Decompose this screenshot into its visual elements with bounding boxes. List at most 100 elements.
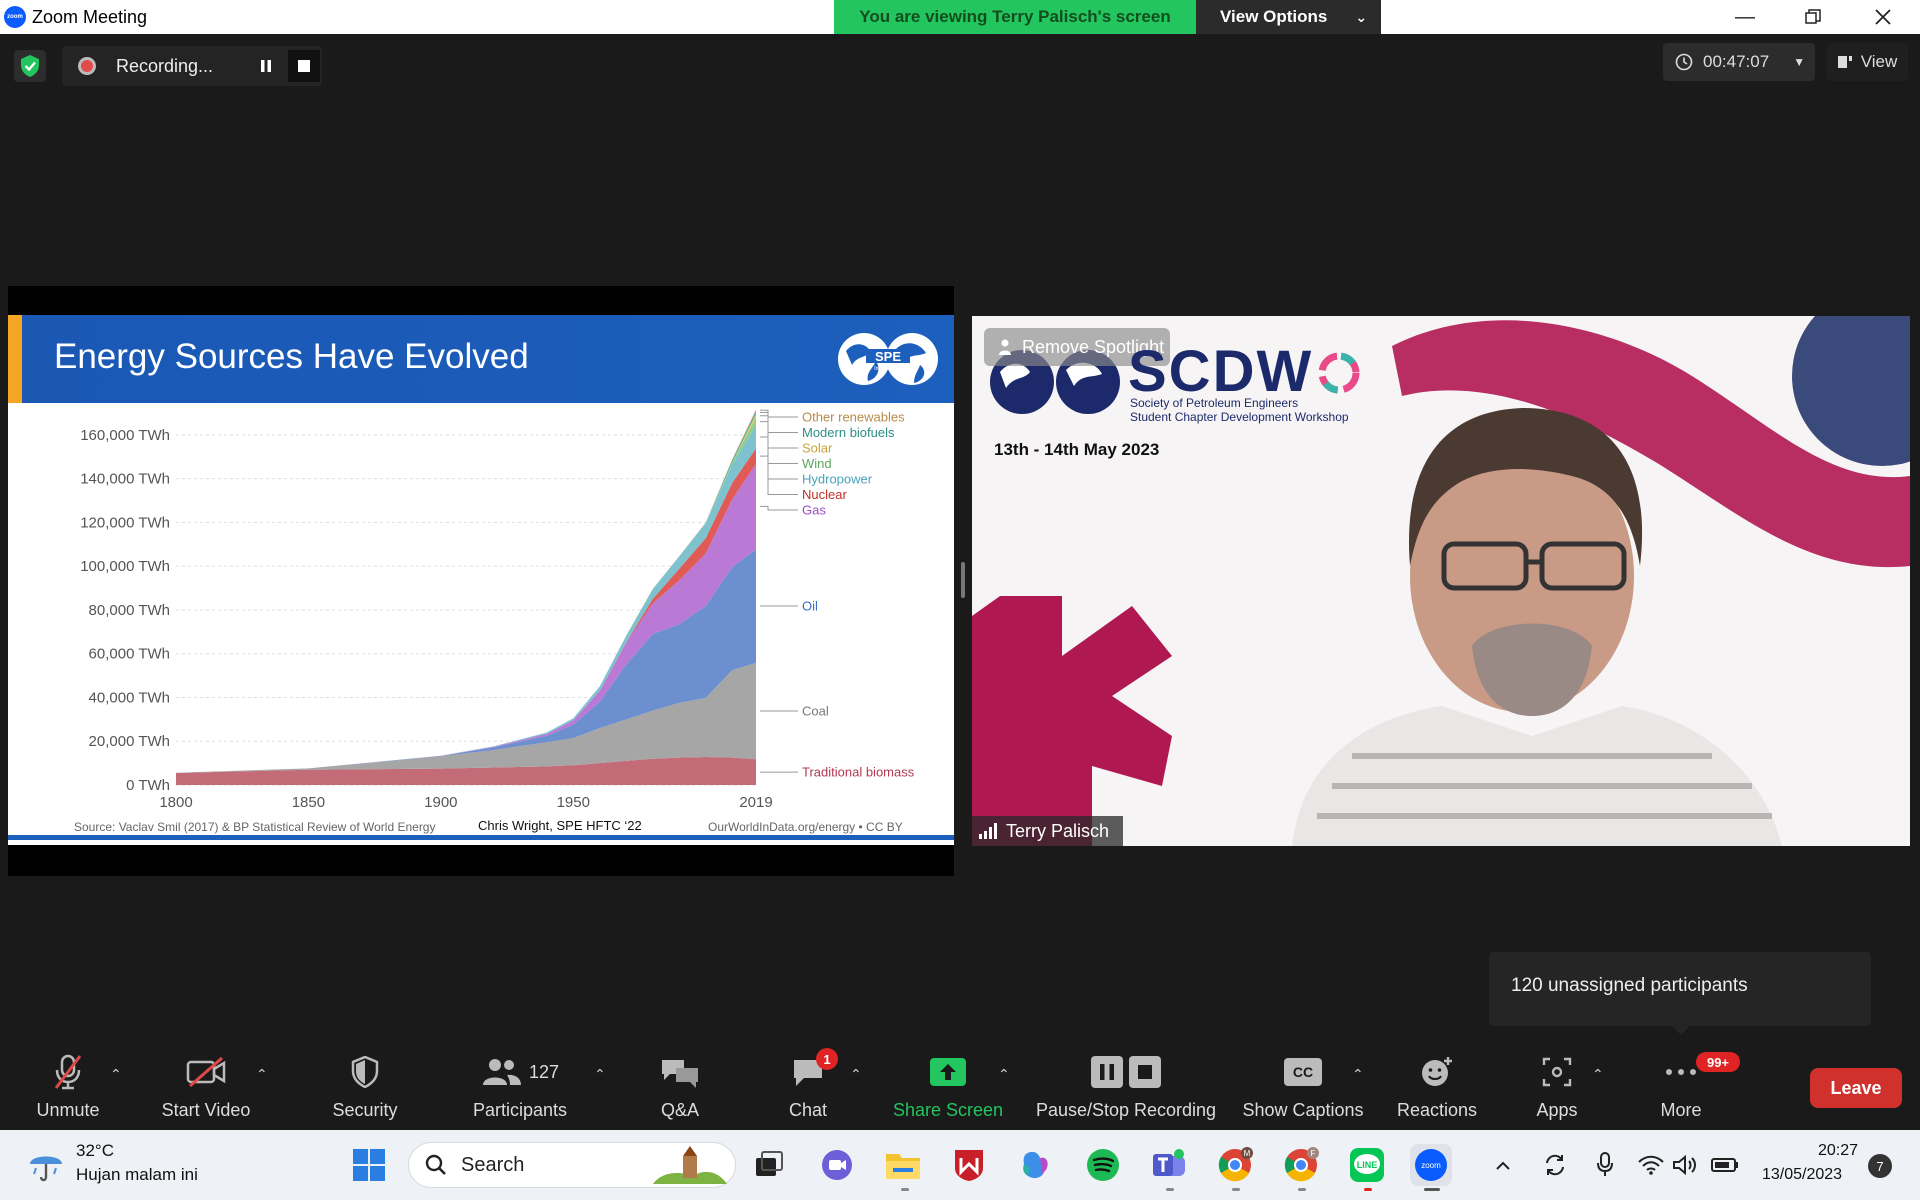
taskbar-clock-date[interactable]: 13/05/2023 [1762,1166,1842,1184]
slide-accent-bar [8,315,22,403]
participants-options-chevron-icon[interactable]: ⌃ [594,1066,606,1083]
search-placeholder: Search [461,1153,525,1176]
weather-description[interactable]: Hujan malam ini [76,1165,198,1185]
reactions-button[interactable]: Reactions [1392,1050,1482,1126]
legend-label: Other renewables [802,410,905,425]
chrome-app-profile-m[interactable]: M [1214,1144,1256,1186]
volume-tray-button[interactable] [1670,1144,1700,1186]
chevron-up-icon [1496,1161,1510,1170]
taskbar-search[interactable]: Search [408,1142,736,1188]
legend-leader-line [760,455,798,495]
legend-leader-line [760,505,798,511]
participant-name-tag: Terry Palisch [972,816,1124,846]
line-app[interactable]: LINE [1346,1144,1388,1186]
stop-recording-button[interactable] [288,50,320,82]
teams-app[interactable] [1148,1144,1190,1186]
y-tick-label: 80,000 TWh [89,602,170,619]
legend-leader-line [760,421,798,464]
security-button[interactable]: Security [330,1050,400,1126]
y-tick-label: 20,000 TWh [89,733,170,750]
scdw-logo-text: SCDW [1128,339,1314,404]
view-options-button[interactable]: View Options ⌄ [1196,0,1381,34]
share-screen-button[interactable]: Share Screen [892,1050,1004,1126]
share-options-chevron-icon[interactable]: ⌃ [998,1066,1010,1083]
qa-button[interactable]: Q&A [650,1050,710,1126]
zoom-taskbar-app[interactable]: zoom [1410,1144,1452,1186]
windows-start-button[interactable] [348,1144,390,1186]
restore-icon [1805,9,1821,24]
apps-button[interactable]: Apps [1530,1050,1584,1126]
legend-label: Modern biofuels [802,425,895,440]
show-hidden-icons-button[interactable] [1488,1144,1518,1186]
chat-button[interactable]: Chat 1 [778,1048,838,1126]
more-button[interactable]: More 99+ [1654,1050,1740,1126]
task-view-icon [756,1151,783,1176]
chrome-icon: M [1218,1147,1253,1182]
meeting-timer[interactable]: 00:47:07 ▼ [1663,43,1815,81]
sync-tray-button[interactable] [1540,1144,1570,1186]
more-dots-icon [1666,1069,1696,1075]
weather-umbrella-icon[interactable] [26,1144,66,1184]
notification-count-badge[interactable]: 7 [1868,1154,1892,1178]
energy-chart: 0 TWh 20,000 TWh 40,000 TWh 60,000 TWh 80,00… [80,409,915,811]
x-tick-label: 2019 [739,794,772,811]
taskbar-clock-time[interactable]: 20:27 [1818,1142,1858,1160]
restore-button[interactable] [1778,0,1848,34]
chrome-app-profile-f[interactable]: F [1280,1144,1322,1186]
windows-taskbar: 32°C Hujan malam ini Search M F LINE zoo… [0,1130,1920,1200]
close-button[interactable] [1848,0,1918,34]
window-titlebar: zoom Zoom Meeting You are viewing Terry … [0,0,1920,34]
chat-options-chevron-icon[interactable]: ⌃ [850,1066,862,1083]
tooltip-arrow [1672,1026,1690,1035]
zoom-active-indicator [1424,1188,1440,1191]
chat-badge: 1 [816,1048,838,1070]
encryption-shield-button[interactable] [14,50,46,82]
captions-options-chevron-icon[interactable]: ⌃ [1352,1066,1364,1083]
audio-options-chevron-icon[interactable]: ⌃ [110,1066,122,1083]
smiley-plus-icon [1422,1057,1452,1086]
closed-captions-icon: CC [1284,1058,1322,1086]
spe-logo: SPE International [838,333,938,385]
pause-box-icon [1091,1056,1123,1088]
spotify-icon [1087,1149,1119,1181]
start-video-button[interactable]: Start Video [160,1050,252,1126]
apps-options-chevron-icon[interactable]: ⌃ [1592,1066,1604,1083]
slide-footer-credit: OurWorldInData.org/energy • CC BY [708,820,903,834]
zoom-icon-text: zoom [1421,1161,1441,1170]
participants-button[interactable]: 127 Participants [470,1050,570,1126]
legend-label: Nuclear [802,487,847,502]
participants-tooltip: 120 unassigned participants [1489,952,1871,1035]
microphone-tray-button[interactable] [1590,1144,1620,1186]
speaker-volume-icon [1673,1154,1696,1176]
timer-value: 00:47:07 [1703,52,1770,71]
unmute-label: Unmute [36,1100,100,1120]
slide-header: Energy Sources Have Evolved SPE Internat… [8,315,954,403]
unmute-button[interactable]: Unmute [28,1050,108,1126]
line-running-indicator [1364,1188,1372,1191]
pause-recording-button[interactable] [250,50,282,82]
split-view-handle[interactable] [961,562,965,598]
mcafee-app[interactable] [948,1144,990,1186]
battery-tray-button[interactable] [1708,1144,1742,1186]
meet-now-app[interactable] [816,1144,858,1186]
shield-check-icon [21,55,39,77]
participants-count: 127 [528,1061,560,1082]
file-explorer-app[interactable] [882,1144,924,1186]
video-options-chevron-icon[interactable]: ⌃ [256,1066,268,1083]
chevron-down-icon: ⌄ [1355,8,1368,25]
weather-temperature[interactable]: 32°C [76,1141,114,1161]
minimize-button[interactable]: — [1710,0,1780,34]
chevron-down-icon: ▼ [1793,55,1806,69]
clock-icon [1675,53,1693,71]
spotify-app[interactable] [1082,1144,1124,1186]
copilot-app[interactable] [1014,1144,1056,1186]
pause-stop-recording-button[interactable]: Pause/Stop Recording [1034,1050,1218,1126]
leave-button[interactable]: Leave [1810,1068,1902,1108]
show-captions-button[interactable]: CC Show Captions [1238,1050,1368,1126]
view-layout-button[interactable]: View [1826,43,1908,81]
scdw-ring-icon [1318,352,1360,394]
legend-label: Traditional biomass [802,765,915,780]
wifi-tray-button[interactable] [1636,1144,1666,1186]
speaker-video-tile[interactable]: Remove Spotlight SCDW Society of Petrole… [972,316,1910,846]
task-view-button[interactable] [748,1144,790,1186]
